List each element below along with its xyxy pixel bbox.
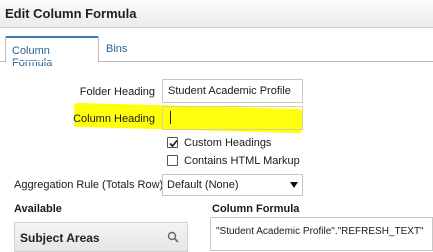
contains-html-label: Contains HTML Markup xyxy=(184,155,300,167)
subject-areas-label: Subject Areas xyxy=(20,231,100,245)
column-heading-input[interactable] xyxy=(162,106,303,130)
tab-bins[interactable]: Bins xyxy=(100,36,133,62)
custom-headings-checkbox[interactable] xyxy=(167,137,178,148)
dialog-titlebar: Edit Column Formula xyxy=(0,0,433,28)
available-title: Available xyxy=(14,203,62,215)
text-caret xyxy=(170,111,171,124)
column-formula-text: "Student Academic Profile"."REFRESH_TEXT… xyxy=(216,226,424,237)
custom-headings-label: Custom Headings xyxy=(184,137,272,149)
tab-column-formula[interactable]: Column Formula xyxy=(5,36,99,69)
folder-heading-label: Folder Heading xyxy=(79,86,155,98)
aggregation-select[interactable]: Default (None) xyxy=(162,174,303,196)
search-icon[interactable] xyxy=(167,231,179,243)
checkmark-icon xyxy=(169,139,178,148)
folder-heading-input[interactable]: Student Academic Profile xyxy=(162,79,303,103)
aggregation-label: Aggregation Rule (Totals Row) xyxy=(14,179,164,191)
column-heading-label: Column Heading xyxy=(73,113,155,125)
column-formula-title: Column Formula xyxy=(212,203,300,215)
dialog-title: Edit Column Formula xyxy=(5,6,137,21)
dropdown-arrow-icon xyxy=(290,182,298,188)
tab-divider xyxy=(0,61,433,62)
column-formula-editor[interactable]: "Student Academic Profile"."REFRESH_TEXT… xyxy=(210,217,433,251)
aggregation-value: Default (None) xyxy=(167,179,239,191)
contains-html-checkbox[interactable] xyxy=(167,155,178,166)
tab-strip: Column Formula Bins xyxy=(0,28,433,69)
